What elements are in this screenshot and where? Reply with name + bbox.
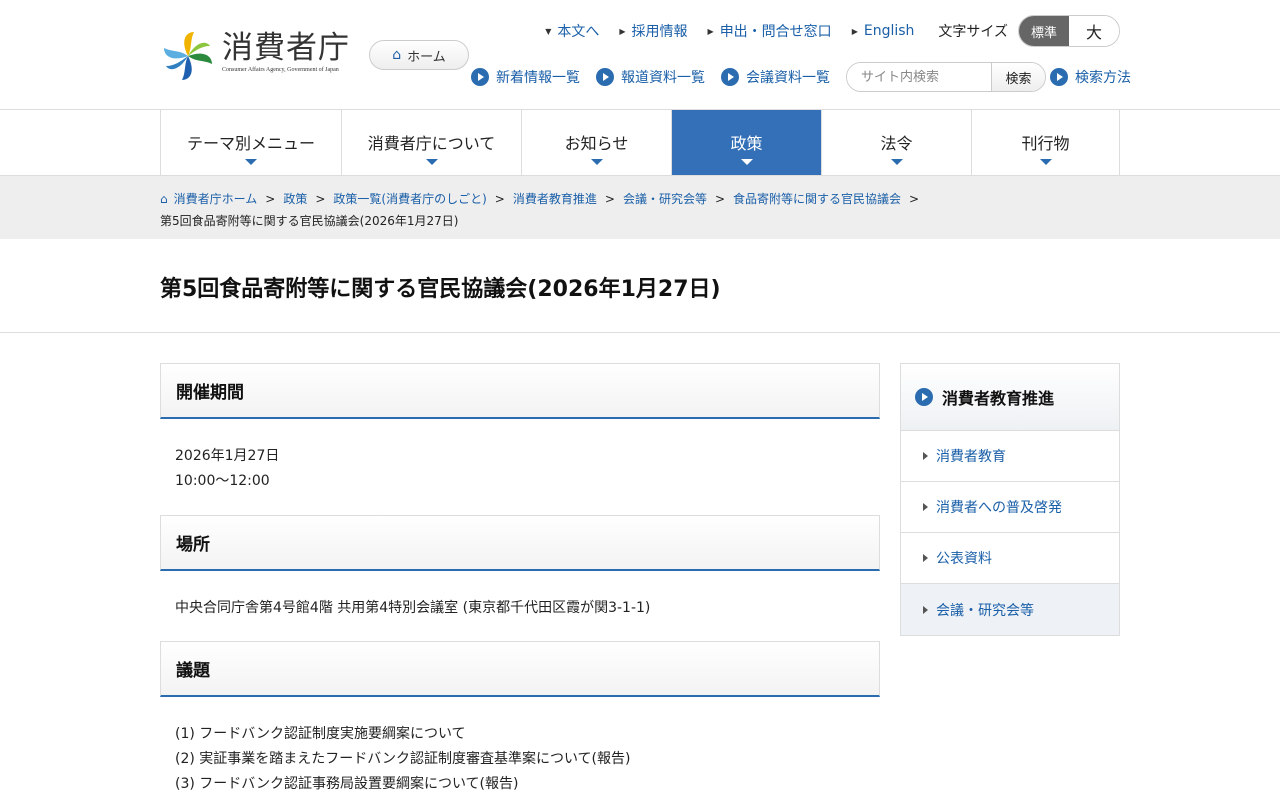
global-nav: テーマ別メニュー 消費者庁について お知らせ 政策 法令 刊行物 (0, 110, 1280, 176)
breadcrumb-link[interactable]: 会議・研究会等 (623, 188, 707, 210)
quick-link-press[interactable]: 報道資料一覧 (596, 67, 705, 87)
sidebar: 消費者教育推進 消費者教育 消費者への普及啓発 公表資料 会議・研究会等 (900, 363, 1120, 636)
home-icon: ⌂ (160, 192, 168, 206)
nav-item-news[interactable]: お知らせ (521, 110, 671, 175)
breadcrumb-link[interactable]: 政策一覧(消費者庁のしごと) (333, 188, 486, 210)
util-link-contact[interactable]: ▶ 申出・問合せ窓口 (708, 21, 832, 41)
logo-subtitle: Consumer Affairs Agency, Government of J… (222, 67, 339, 73)
triangle-down-icon: ▼ (545, 26, 552, 36)
triangle-right-icon (923, 554, 928, 562)
breadcrumb-link[interactable]: 消費者庁ホーム (174, 188, 258, 210)
font-size-toggle: 標準 大 (1018, 15, 1120, 47)
home-button-label: ホーム (407, 49, 446, 65)
section-heading-period: 開催期間 (160, 363, 880, 419)
sidebar-item-consumer-education[interactable]: 消費者教育 (901, 431, 1119, 482)
font-size-label: 文字サイズ (938, 24, 1008, 40)
caret-down-icon (425, 159, 438, 165)
site-logo[interactable]: 消費者庁 Consumer Affairs Agency, Government… (160, 30, 350, 82)
caret-down-icon (245, 159, 257, 165)
search-input[interactable] (847, 63, 991, 91)
arrow-circle-icon (596, 68, 614, 86)
nav-item-policy[interactable]: 政策 (671, 110, 821, 175)
main-content: 開催期間 2026年1月27日 10:00～12:00 場所 中央合同庁舎第4号… (160, 363, 880, 797)
search-method-link[interactable]: 検索方法 (1050, 67, 1131, 87)
breadcrumb-link[interactable]: 食品寄附等に関する官民協議会 (733, 188, 901, 210)
sidebar-item-meetings[interactable]: 会議・研究会等 (901, 584, 1119, 635)
section-body-agenda: (1) フードバンク認証制度実施要綱案について (2) 実証事業を踏まえたフード… (160, 697, 880, 797)
breadcrumb-link[interactable]: 政策 (283, 188, 307, 210)
util-link-recruit[interactable]: ▶ 採用情報 (619, 21, 687, 41)
quick-link-meetings[interactable]: 会議資料一覧 (721, 67, 830, 87)
breadcrumb: ⌂ 消費者庁ホーム > 政策 > 政策一覧(消費者庁のしごと) > 消費者教育推進 > … (0, 176, 1280, 239)
caret-down-icon (890, 159, 903, 165)
logo-pinwheel-icon (160, 30, 216, 82)
caret-down-icon (740, 159, 753, 165)
nav-item-theme-menu[interactable]: テーマ別メニュー (160, 110, 341, 175)
nav-item-about[interactable]: 消費者庁について (341, 110, 521, 175)
section-body-place: 中央合同庁舎第4号館4階 共用第4特別会議室 (東京都千代田区霞が関3-1-1) (160, 571, 880, 641)
event-date: 2026年1月27日 (175, 448, 280, 464)
agenda-item: (3) フードバンク認証事務局設置要綱案について(報告) (175, 776, 519, 792)
triangle-right-icon (923, 605, 928, 614)
site-header: 消費者庁 Consumer Affairs Agency, Government… (0, 0, 1280, 110)
font-size-standard-button[interactable]: 標準 (1019, 16, 1069, 46)
sidebar-item-publications[interactable]: 公表資料 (901, 533, 1119, 584)
section-body-period: 2026年1月27日 10:00～12:00 (160, 419, 880, 515)
quick-link-news[interactable]: 新着情報一覧 (471, 67, 580, 87)
section-heading-agenda: 議題 (160, 641, 880, 697)
utility-links: ▼ 本文へ ▶ 採用情報 ▶ 申出・問合せ窓口 ▶ English 文字サイズ 標準 大 (525, 15, 1120, 47)
triangle-right-icon: ▶ (707, 26, 714, 36)
triangle-right-icon (923, 452, 928, 460)
home-button[interactable]: ⌂ ホーム (369, 40, 469, 70)
arrow-circle-icon (721, 68, 739, 86)
site-search: 検索 (846, 62, 1046, 92)
agenda-item: (2) 実証事業を踏まえたフードバンク認証制度審査基準案について(報告) (175, 751, 631, 767)
quick-links: 新着情報一覧 報道資料一覧 会議資料一覧 検索 検索方法 (471, 62, 1131, 92)
search-button[interactable]: 検索 (991, 63, 1045, 91)
sidebar-item-awareness[interactable]: 消費者への普及啓発 (901, 482, 1119, 533)
page-title-area: 第5回食品寄附等に関する官民協議会(2026年1月27日) (0, 239, 1280, 333)
breadcrumb-current: 第5回食品寄附等に関する官民協議会(2026年1月27日) (160, 214, 459, 228)
font-size-large-button[interactable]: 大 (1069, 16, 1119, 46)
triangle-right-icon: ▶ (851, 26, 858, 36)
nav-item-laws[interactable]: 法令 (821, 110, 971, 175)
event-place: 中央合同庁舎第4号館4階 共用第4特別会議室 (東京都千代田区霞が関3-1-1) (175, 600, 651, 616)
util-link-english[interactable]: ▶ English (852, 23, 915, 39)
triangle-right-icon: ▶ (619, 26, 626, 36)
arrow-circle-icon (1050, 68, 1068, 86)
arrow-circle-icon (915, 388, 933, 406)
caret-down-icon (1039, 159, 1052, 165)
arrow-circle-icon (471, 68, 489, 86)
logo-title: 消費者庁 (222, 30, 350, 66)
nav-item-publications[interactable]: 刊行物 (971, 110, 1120, 175)
page-title: 第5回食品寄附等に関する官民協議会(2026年1月27日) (160, 277, 721, 302)
home-icon: ⌂ (392, 47, 402, 63)
util-link-skip-to-content[interactable]: ▼ 本文へ (545, 21, 599, 41)
breadcrumb-link[interactable]: 消費者教育推進 (513, 188, 597, 210)
agenda-item: (1) フードバンク認証制度実施要綱案について (175, 726, 466, 742)
event-time: 10:00～12:00 (175, 473, 270, 489)
caret-down-icon (590, 159, 603, 165)
sidebar-heading[interactable]: 消費者教育推進 (901, 364, 1119, 431)
triangle-right-icon (923, 503, 928, 511)
section-heading-place: 場所 (160, 515, 880, 571)
